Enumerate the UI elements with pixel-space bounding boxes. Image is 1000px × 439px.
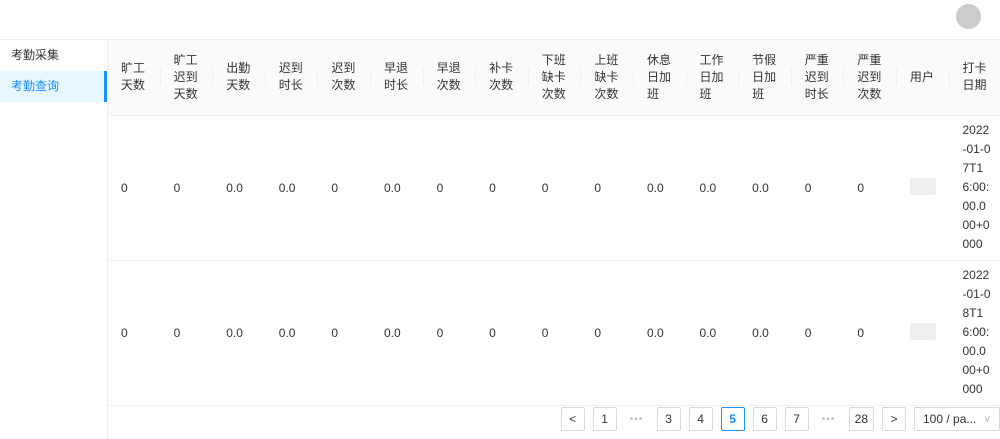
column-header-label: 迟到时长 [278,61,303,93]
table-cell: 0 [160,260,214,406]
pagination: < 1 ••• 3 4 5 6 7 ••• 28 > 100 / pa... ∨ [560,407,1000,431]
column-header: 休息日加班 [633,40,687,116]
column-header: 迟到时长 [265,40,319,116]
jump-next-ellipsis[interactable]: ••• [817,414,841,425]
page-4[interactable]: 4 [688,407,713,431]
table-row[interactable]: 0 0 0.0 0.0 0 0.0 0 0 0 0 0.0 0.0 0.0 0 0 2022-01-07T16… [108,115,1000,261]
top-bar [0,0,1000,40]
column-header: 工作日加班 [686,40,740,116]
column-header-label: 工作日加班 [699,52,724,101]
table-cell: 0 [581,115,634,261]
attendance-table: 旷工天数 旷工迟到天数 出勤天数 迟到时长 迟到次数 早退时长 早退次数 补卡次数 下班缺卡次数… [108,40,1000,406]
punch-date-cell: 2022-01-07T16:00:00.000+0000 [949,115,1000,261]
column-header-label: 早退次数 [436,61,461,93]
column-header-label: 出勤天数 [226,61,251,93]
page-7[interactable]: 7 [784,407,809,431]
column-header-label: 严重迟到次数 [857,52,882,101]
table-cell: 0.0 [739,260,792,406]
sidebar-item-attendance-query[interactable]: 考勤查询 [0,71,107,102]
column-header-label: 旷工迟到天数 [173,52,198,101]
column-header-label: 上班缺卡次数 [594,52,619,101]
table-cell: 0 [423,115,477,261]
column-header: 早退次数 [423,40,477,116]
punch-date-value: 2022-01-08T16:00:00.000+0000 [962,268,991,396]
column-header-label: 节假日加班 [752,52,777,101]
page-1[interactable]: 1 [592,407,617,431]
column-header: 早退时长 [370,40,424,116]
column-header-label: 用户 [909,69,934,84]
table-cell: 0 [318,260,371,406]
column-header: 严重迟到次数 [844,40,897,116]
table-cell: 0 [581,260,634,406]
page-28[interactable]: 28 [848,407,874,431]
table-cell: 0.0 [265,260,319,406]
user-avatar-blurred [909,322,936,340]
table-cell: 0 [318,115,371,261]
column-header: 节假日加班 [739,40,792,116]
user-avatar[interactable] [956,4,981,29]
attendance-table-area: 旷工天数 旷工迟到天数 出勤天数 迟到时长 迟到次数 早退时长 早退次数 补卡次数 下班缺卡次数… [108,40,1000,439]
user-cell [896,260,950,406]
user-cell [896,115,950,261]
table-cell: 0 [476,260,529,406]
column-header-label: 迟到次数 [331,61,356,93]
column-header: 出勤天数 [213,40,266,116]
column-header-label: 严重迟到时长 [804,52,829,101]
table-cell: 0 [791,115,845,261]
column-header: 用户 [896,40,950,116]
page-3[interactable]: 3 [656,407,681,431]
table-cell: 0.0 [686,115,740,261]
table-cell: 0.0 [213,115,266,261]
table-cell: 0 [476,115,529,261]
jump-prev-ellipsis[interactable]: ••• [625,414,649,425]
prev-page-button[interactable]: < [560,407,585,431]
user-avatar-blurred [909,177,936,195]
table-cell: 0 [791,260,845,406]
next-page-button[interactable]: > [882,407,906,431]
table-cell: 0 [160,115,214,261]
column-header: 旷工迟到天数 [160,40,214,116]
page-5-current[interactable]: 5 [720,407,745,431]
table-cell: 0.0 [633,115,687,261]
table-cell: 0 [528,260,582,406]
punch-date-value: 2022-01-07T16:00:00.000+0000 [962,123,991,251]
column-header-label: 早退时长 [383,61,408,93]
column-header-label: 下班缺卡次数 [541,52,566,101]
column-header-label: 补卡次数 [489,61,514,93]
table-cell: 0.0 [686,260,740,406]
table-cell: 0 [108,260,161,406]
table-cell: 0 [423,260,477,406]
table-cell: 0.0 [739,115,792,261]
column-header: 迟到次数 [318,40,371,116]
column-header: 下班缺卡次数 [528,40,582,116]
table-cell: 0.0 [213,260,266,406]
column-header: 打卡日期 [949,40,1000,116]
page-size-select[interactable]: 100 / pa... ∨ [914,407,1000,431]
column-header: 旷工天数 [108,40,161,116]
column-header: 严重迟到时长 [791,40,845,116]
column-header: 上班缺卡次数 [581,40,634,116]
table-cell: 0 [844,115,897,261]
table-cell: 0.0 [370,260,424,406]
page-size-value: 100 / pa... [923,412,977,426]
sidebar: 考勤采集 考勤查询 [0,40,108,439]
column-header: 补卡次数 [476,40,529,116]
page-6[interactable]: 6 [752,407,777,431]
table-cell: 0.0 [265,115,319,261]
table-cell: 0 [108,115,161,261]
column-header-label: 打卡日期 [962,61,987,93]
chevron-down-icon: ∨ [983,413,991,425]
table-cell: 0 [528,115,582,261]
table-cell: 0.0 [633,260,687,406]
column-header-label: 旷工天数 [121,61,146,93]
column-header-label: 休息日加班 [646,52,671,101]
punch-date-cell: 2022-01-08T16:00:00.000+0000 [949,260,1000,406]
sidebar-item-attendance-collect[interactable]: 考勤采集 [0,40,107,71]
table-cell: 0.0 [370,115,424,261]
table-row[interactable]: 0 0 0.0 0.0 0 0.0 0 0 0 0 0.0 0.0 0.0 0 0 2022-01-08T16… [108,260,1000,406]
table-cell: 0 [844,260,897,406]
